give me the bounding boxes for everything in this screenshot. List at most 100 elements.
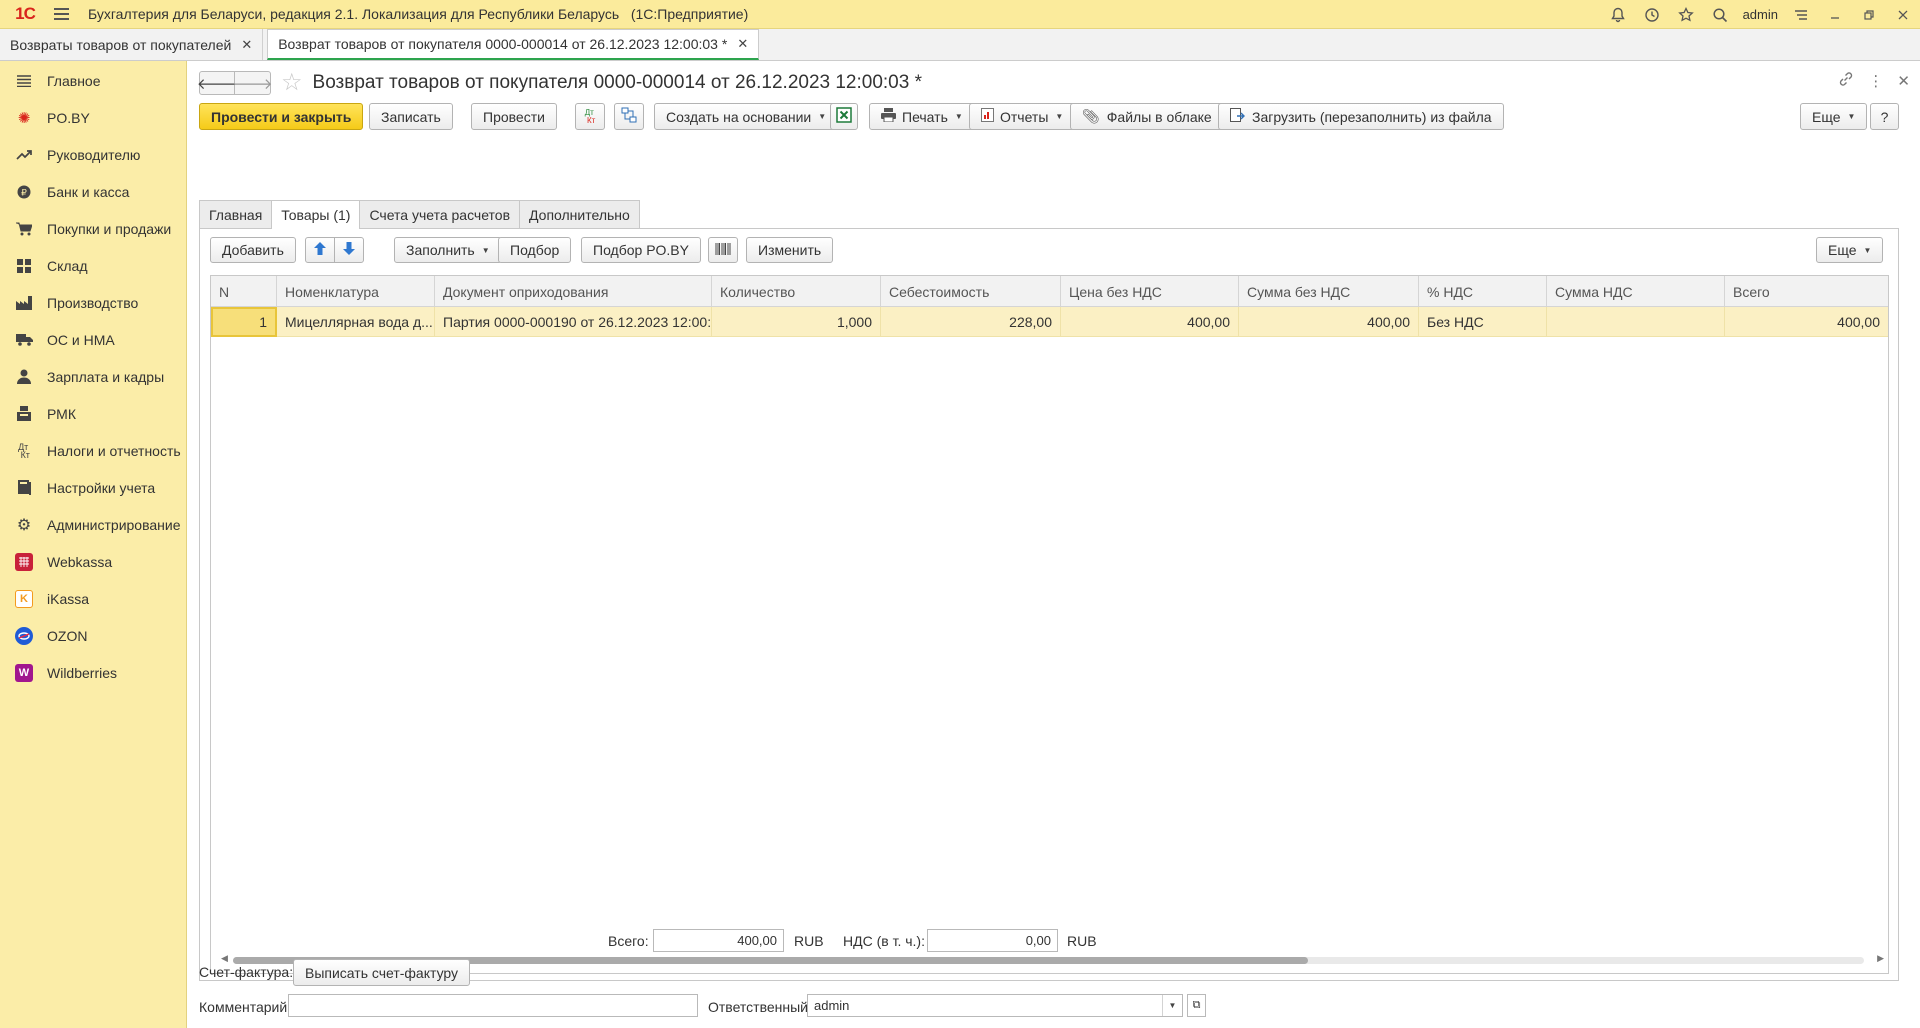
dtkt-icon: Дт Кт <box>584 107 596 125</box>
restore-icon[interactable] <box>1852 0 1886 29</box>
total-field[interactable]: 400,00 <box>653 929 784 952</box>
print-button[interactable]: Печать ▼ <box>869 103 975 130</box>
sidebar-item-accounting-settings[interactable]: Настройки учета <box>0 469 186 506</box>
cell-quantity[interactable]: 1,000 <box>712 307 881 337</box>
column-header[interactable]: Всего <box>1725 276 1888 307</box>
bell-icon[interactable] <box>1601 0 1635 29</box>
tab-settlement-accounts[interactable]: Счета учета расчетов <box>359 200 521 228</box>
export-excel-button[interactable] <box>830 103 858 130</box>
link-icon[interactable] <box>1838 71 1854 91</box>
cell-sum[interactable]: 400,00 <box>1239 307 1419 337</box>
cloud-files-button[interactable]: 📎︎ Файлы в облаке <box>1070 103 1224 130</box>
sidebar-item-rmk[interactable]: РМК <box>0 395 186 432</box>
help-button[interactable]: ? <box>1870 103 1899 130</box>
column-header[interactable]: % НДС <box>1419 276 1547 307</box>
scroll-left-icon[interactable]: ◀ <box>221 953 228 964</box>
sidebar-item-ozon[interactable]: OZON <box>0 617 186 654</box>
sidebar-item-management[interactable]: Руководителю <box>0 136 186 173</box>
responsible-input[interactable]: admin ▼ <box>807 994 1183 1017</box>
sidebar-item-webkassa[interactable]: Webkassa <box>0 543 186 580</box>
column-header[interactable]: Сумма НДС <box>1547 276 1725 307</box>
comment-input[interactable] <box>288 994 698 1017</box>
forward-button[interactable]: 🡒 <box>232 71 273 95</box>
column-header[interactable]: Цена без НДС <box>1061 276 1239 307</box>
app-logo[interactable]: 1С <box>4 0 46 29</box>
main-menu-button[interactable] <box>46 0 76 29</box>
cell-vat-sum[interactable] <box>1547 307 1725 337</box>
history-icon[interactable] <box>1635 0 1669 29</box>
sidebar-item-salary[interactable]: Зарплата и кадры <box>0 358 186 395</box>
sidebar-item-bank[interactable]: ₽ Банк и касса <box>0 173 186 210</box>
issue-invoice-button[interactable]: Выписать счет-фактуру <box>293 959 471 986</box>
chevron-down-icon[interactable]: ▼ <box>1162 995 1182 1016</box>
cell-n[interactable]: 1 <box>211 307 277 337</box>
move-down-button[interactable] <box>334 237 364 263</box>
close-icon[interactable] <box>1886 0 1920 29</box>
add-row-button[interactable]: Добавить <box>210 237 296 263</box>
vat-field[interactable]: 0,00 <box>927 929 1058 952</box>
table-row[interactable]: 1 Мицеллярная вода д... Партия 0000-0001… <box>211 307 1888 337</box>
title-bar: 1С Бухгалтерия для Беларуси, редакция 2.… <box>0 0 1920 29</box>
more-vertical-icon[interactable]: ⋮ <box>1868 72 1883 90</box>
cell-vat-rate[interactable]: Без НДС <box>1419 307 1547 337</box>
tab-additional[interactable]: Дополнительно <box>519 200 640 228</box>
fill-button[interactable]: Заполнить ▼ <box>394 237 502 263</box>
sidebar-item-wildberries[interactable]: W Wildberries <box>0 654 186 691</box>
scroll-right-icon[interactable]: ▶ <box>1877 953 1884 964</box>
load-from-file-button[interactable]: Загрузить (перезаполнить) из файла <box>1218 103 1504 130</box>
close-form-icon[interactable]: ✕ <box>1897 72 1910 90</box>
sidebar-item-assets[interactable]: ОС и НМА <box>0 321 186 358</box>
column-header[interactable]: Сумма без НДС <box>1239 276 1419 307</box>
favorite-star-icon[interactable]: ☆ <box>281 71 303 95</box>
sidebar-item-ikassa[interactable]: K iKassa <box>0 580 186 617</box>
minimize-icon[interactable] <box>1818 0 1852 29</box>
cell-total[interactable]: 400,00 <box>1725 307 1888 337</box>
save-button[interactable]: Записать <box>369 103 453 130</box>
post-and-close-button[interactable]: Провести и закрыть <box>199 103 364 130</box>
open-tab-returns-list[interactable]: Возвраты товаров от покупателей ✕ <box>0 29 264 60</box>
tab-main[interactable]: Главная <box>199 200 273 228</box>
open-tab-return-document[interactable]: Возврат товаров от покупателя 0000-00001… <box>267 29 760 60</box>
change-button[interactable]: Изменить <box>746 237 834 263</box>
more-button[interactable]: Еще ▼ <box>1800 103 1868 130</box>
column-header[interactable]: Себестоимость <box>881 276 1061 307</box>
tab-goods[interactable]: Товары (1) <box>271 200 361 229</box>
cell-document[interactable]: Партия 0000-000190 от 26.12.2023 12:00:0… <box>435 307 712 337</box>
table-more-label: Еще <box>1828 242 1857 258</box>
column-header[interactable]: Номенклатура <box>277 276 435 307</box>
column-header[interactable]: Документ оприходования <box>435 276 712 307</box>
cell-cost[interactable]: 228,00 <box>881 307 1061 337</box>
user-name[interactable]: admin <box>1737 7 1784 22</box>
create-based-on-button[interactable]: Создать на основании ▼ <box>654 103 839 130</box>
sidebar-item-administration[interactable]: ⚙ Администрирование <box>0 506 186 543</box>
comment-label: Комментарий: <box>199 999 292 1015</box>
sidebar-item-poby[interactable]: ✺ PO.BY <box>0 99 186 136</box>
column-header[interactable]: N <box>211 276 277 307</box>
table-more-button[interactable]: Еще ▼ <box>1816 237 1884 263</box>
cell-price[interactable]: 400,00 <box>1061 307 1239 337</box>
reports-button[interactable]: Отчеты ▼ <box>969 103 1076 130</box>
settings-menu-icon[interactable] <box>1784 0 1818 29</box>
open-responsible-button[interactable]: ⧉ <box>1187 994 1206 1017</box>
barcode-button[interactable] <box>708 237 738 263</box>
selection-button[interactable]: Подбор <box>498 237 572 263</box>
post-button[interactable]: Провести <box>471 103 557 130</box>
cloud-files-label: Файлы в облаке <box>1106 108 1212 125</box>
search-icon[interactable] <box>1703 0 1737 29</box>
sidebar-item-production[interactable]: Производство <box>0 284 186 321</box>
close-tab-icon[interactable]: ✕ <box>241 37 252 53</box>
column-header[interactable]: Количество <box>712 276 881 307</box>
close-tab-icon[interactable]: ✕ <box>737 36 748 52</box>
goods-table[interactable]: N Номенклатура Документ оприходования Ко… <box>210 275 1889 974</box>
move-up-button[interactable] <box>305 237 335 263</box>
cell-item[interactable]: Мицеллярная вода д... <box>277 307 435 337</box>
sidebar-item-warehouse[interactable]: Склад <box>0 247 186 284</box>
selection-poby-button[interactable]: Подбор PO.BY <box>581 237 701 263</box>
back-button[interactable]: 🡐 <box>197 71 237 95</box>
favorites-star-icon[interactable] <box>1669 0 1703 29</box>
sidebar-item-taxes[interactable]: Дт Кт Налоги и отчетность <box>0 432 186 469</box>
sidebar-item-main[interactable]: Главное <box>0 62 186 99</box>
structure-button[interactable] <box>614 103 644 130</box>
dtkt-movements-button[interactable]: Дт Кт <box>575 103 605 130</box>
sidebar-item-sales[interactable]: Покупки и продажи <box>0 210 186 247</box>
